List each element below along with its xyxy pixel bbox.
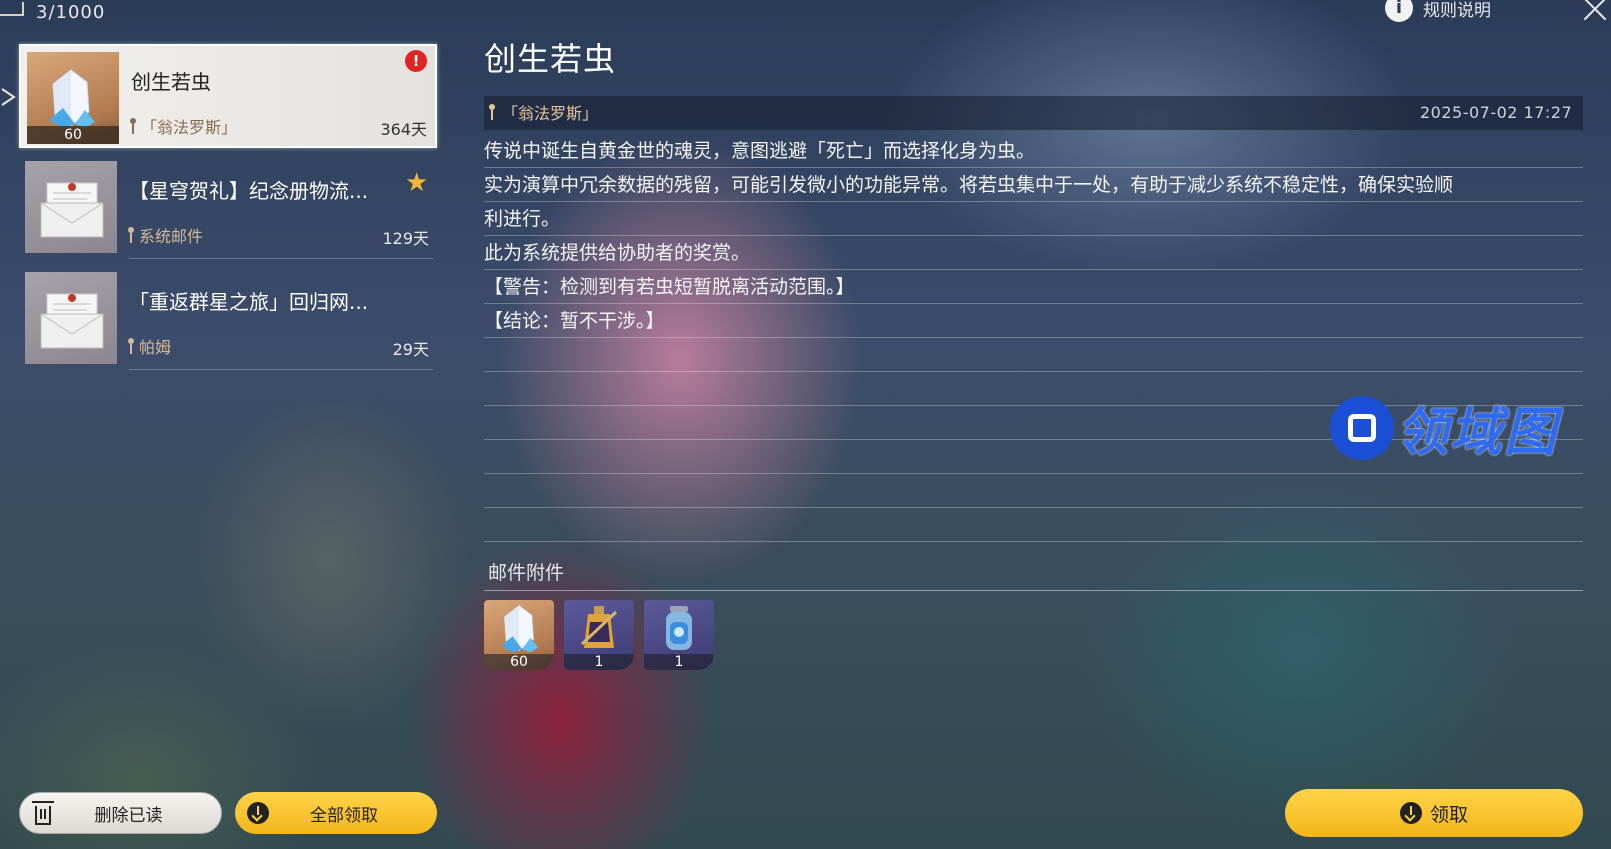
mail-days: 29天 <box>392 340 429 359</box>
claim-all-button[interactable]: 全部领取 <box>235 792 437 834</box>
attachments-divider <box>484 590 1583 591</box>
mail-title: 「重返群星之旅」回归网... <box>129 290 369 314</box>
envelope-icon <box>40 293 104 349</box>
download-icon <box>245 800 271 826</box>
mail-body: 传说中诞生自黄金世的魂灵，意图逃避「死亡」而选择化身为虫。 实为演算中冗余数据的… <box>484 134 1583 338</box>
body-line: 利进行。 <box>484 208 561 230</box>
jar-icon <box>666 606 692 650</box>
claim-button[interactable]: 领取 <box>1285 789 1583 837</box>
detail-title: 创生若虫 <box>484 40 617 78</box>
claim-all-label: 全部领取 <box>310 805 378 826</box>
attachment-qty: 1 <box>644 654 714 670</box>
download-icon <box>1399 802 1422 824</box>
mail-thumb <box>25 161 117 253</box>
info-icon: i <box>1385 0 1413 22</box>
close-icon[interactable] <box>1580 0 1610 24</box>
mail-sender-label: 「翁法罗斯」 <box>141 118 238 137</box>
attachment-item[interactable]: 60 <box>484 600 554 670</box>
mail-days: 129天 <box>382 229 429 248</box>
attachment-item[interactable]: 1 <box>564 600 634 670</box>
delete-read-button[interactable]: 删除已读 <box>19 792 222 834</box>
attachments-label: 邮件附件 <box>488 562 565 584</box>
mail-count-text: 3/1000 <box>36 1 106 23</box>
watermark-text: 领域图 <box>1396 403 1559 463</box>
mail-icon <box>0 2 24 16</box>
mail-sender: 「翁法罗斯」 <box>129 114 237 138</box>
watermark: 领域图 <box>1330 390 1558 465</box>
mail-thumb: 60 <box>27 52 119 144</box>
mail-item-selected[interactable]: 60 创生若虫 「翁法罗斯」 364天 ! <box>19 44 437 148</box>
crystal-icon <box>501 605 539 653</box>
crystal-icon <box>49 69 95 128</box>
mail-title: 【星穹贺礼】纪念册物流... <box>129 179 369 203</box>
claim-label: 领取 <box>1429 803 1468 826</box>
rules-button[interactable]: i 规则说明 <box>1385 0 1491 22</box>
trash-icon <box>30 800 56 826</box>
attachment-item[interactable]: 1 <box>644 600 714 670</box>
mail-title: 创生若虫 <box>131 70 211 94</box>
mail-days: 364天 <box>380 120 427 139</box>
body-line: 【结论：暂不干涉。】 <box>484 310 665 332</box>
body-line: 此为系统提供给协助者的奖赏。 <box>484 242 751 264</box>
mail-sender: 帕姆 <box>127 334 171 358</box>
pin-icon <box>488 104 496 120</box>
body-line: 实为演算中冗余数据的残留，可能引发微小的功能异常。将若虫集中于一处，有助于减少系… <box>484 174 1454 196</box>
potion-icon <box>580 606 618 648</box>
detail-header-bar <box>484 96 1583 130</box>
envelope-icon <box>40 182 104 238</box>
detail-sender-label: 「翁法罗斯」 <box>502 104 599 123</box>
attachment-qty: 60 <box>484 654 554 670</box>
mail-thumb <box>25 272 117 364</box>
attachment-qty: 1 <box>564 654 634 670</box>
body-line: 传说中诞生自黄金世的魂灵，意图逃避「死亡」而选择化身为虫。 <box>484 140 1036 162</box>
divider <box>129 369 433 370</box>
divider <box>129 258 433 259</box>
pin-icon <box>127 338 135 354</box>
delete-read-label: 删除已读 <box>94 805 163 826</box>
mail-count: 3/1000 <box>0 0 105 24</box>
star-icon: ★ <box>405 168 429 198</box>
rules-label: 规则说明 <box>1423 0 1491 21</box>
mail-sender: 系统邮件 <box>127 223 203 247</box>
detail-date: 2025-07-02 17:27 <box>1420 103 1573 122</box>
arrow-right-icon <box>1 88 16 106</box>
alert-icon: ! <box>405 50 427 72</box>
body-line: 【警告：检测到有若虫短暂脱离活动范围。】 <box>484 276 855 298</box>
mail-sender-label: 系统邮件 <box>139 227 204 246</box>
mail-item[interactable]: 【星穹贺礼】纪念册物流... 系统邮件 129天 ★ <box>19 155 437 259</box>
mail-thumb-qty: 60 <box>27 126 119 144</box>
mail-sender-label: 帕姆 <box>139 338 172 357</box>
detail-sender: 「翁法罗斯」 <box>488 100 598 124</box>
pin-icon <box>127 227 135 243</box>
mail-item[interactable]: 「重返群星之旅」回归网... 帕姆 29天 <box>19 266 437 370</box>
watermark-logo-icon <box>1330 395 1394 460</box>
pin-icon <box>129 118 137 134</box>
